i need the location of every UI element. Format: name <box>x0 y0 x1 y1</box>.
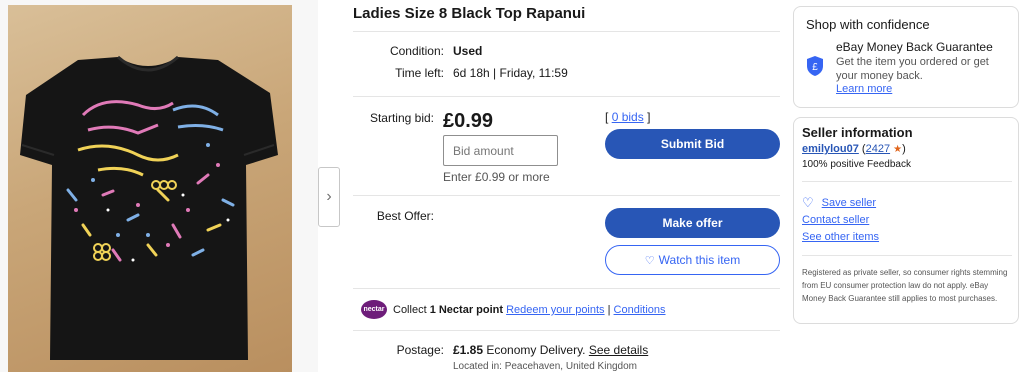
save-seller-label: Save seller <box>821 197 877 209</box>
submit-bid-button[interactable]: Submit Bid <box>605 129 780 159</box>
bracket-open: [ <box>605 110 609 124</box>
money-back-title: eBay Money Back Guarantee <box>836 40 993 54</box>
bracket-close: ] <box>647 110 651 124</box>
divider <box>802 255 1012 256</box>
paren-close: ) <box>902 143 906 155</box>
nectar-prefix: Collect <box>393 304 430 316</box>
see-other-items-link[interactable]: See other items <box>802 231 879 243</box>
bid-hint: Enter £0.99 or more <box>443 170 550 184</box>
watch-item-button[interactable]: ♡ Watch this item <box>605 245 780 275</box>
shield-pound-icon: £ <box>807 56 823 76</box>
divider <box>802 181 1012 182</box>
postage-cost: £1.85 <box>453 343 484 357</box>
bids-count: [ 0 bids ] <box>605 110 650 124</box>
paren-open: ( <box>858 143 866 155</box>
make-offer-button[interactable]: Make offer <box>605 208 780 238</box>
svg-text:£: £ <box>812 62 818 73</box>
product-photo[interactable] <box>8 5 292 372</box>
item-location: Located in: Peacehaven, United Kingdom <box>453 361 638 372</box>
seller-info-title: Seller information <box>802 125 913 140</box>
nectar-separator: | <box>604 304 614 316</box>
starting-bid-label: Starting bid: <box>369 111 434 125</box>
shop-confidence-title: Shop with confidence <box>806 17 930 32</box>
heart-icon: ♡ <box>644 254 655 267</box>
image-gallery <box>0 0 318 372</box>
watch-item-label: Watch this item <box>658 253 741 267</box>
time-left-value: 6d 18h | Friday, 11:59 <box>453 66 568 80</box>
star-icon: ★ <box>893 144 903 155</box>
save-seller-button[interactable]: ♡ Save seller <box>802 195 876 211</box>
nectar-logo-icon: nectar <box>361 300 387 319</box>
bid-amount-input[interactable] <box>443 135 558 166</box>
divider <box>353 330 780 331</box>
nectar-row: Collect 1 Nectar point Redeem your point… <box>393 304 666 316</box>
contact-seller-link[interactable]: Contact seller <box>802 214 869 226</box>
postage-info: £1.85 Economy Delivery. See details <box>453 343 648 357</box>
next-image-button[interactable]: › <box>318 167 340 227</box>
starting-bid-price: £0.99 <box>443 110 494 132</box>
item-title: Ladies Size 8 Black Top Rapanui <box>353 5 586 22</box>
learn-more-link[interactable]: Learn more <box>836 83 892 95</box>
best-offer-label: Best Offer: <box>376 209 434 223</box>
money-back-text: Get the item you ordered or get your mon… <box>836 56 989 82</box>
divider <box>353 195 780 196</box>
postage-label: Postage: <box>396 343 444 357</box>
feedback-count-link[interactable]: 2427 <box>866 143 890 155</box>
heart-outline-icon: ♡ <box>802 195 814 210</box>
redeem-points-link[interactable]: Redeem your points <box>506 304 604 316</box>
positive-feedback: 100% positive Feedback <box>802 159 911 170</box>
tshirt-illustration <box>20 55 278 360</box>
time-left-label: Time left: <box>395 66 444 80</box>
seller-info-card: Seller information emilylou07 (2427 ★) 1… <box>793 117 1019 324</box>
divider <box>353 96 780 97</box>
seller-name-row: emilylou07 (2427 ★) <box>802 143 906 155</box>
private-seller-notice: Registered as private seller, so consume… <box>802 268 1008 303</box>
see-details-link[interactable]: See details <box>589 343 648 357</box>
postage-service: Economy Delivery. <box>483 343 589 357</box>
condition-value: Used <box>453 44 483 58</box>
divider <box>353 31 780 32</box>
bids-link[interactable]: 0 bids <box>612 110 644 124</box>
divider <box>353 288 780 289</box>
nectar-points: 1 Nectar point <box>429 304 504 316</box>
seller-username-link[interactable]: emilylou07 <box>802 143 859 155</box>
chevron-right-icon: › <box>326 188 332 205</box>
shop-confidence-card: Shop with confidence £ eBay Money Back G… <box>793 6 1019 108</box>
condition-label: Condition: <box>389 44 444 58</box>
conditions-link[interactable]: Conditions <box>614 304 666 316</box>
